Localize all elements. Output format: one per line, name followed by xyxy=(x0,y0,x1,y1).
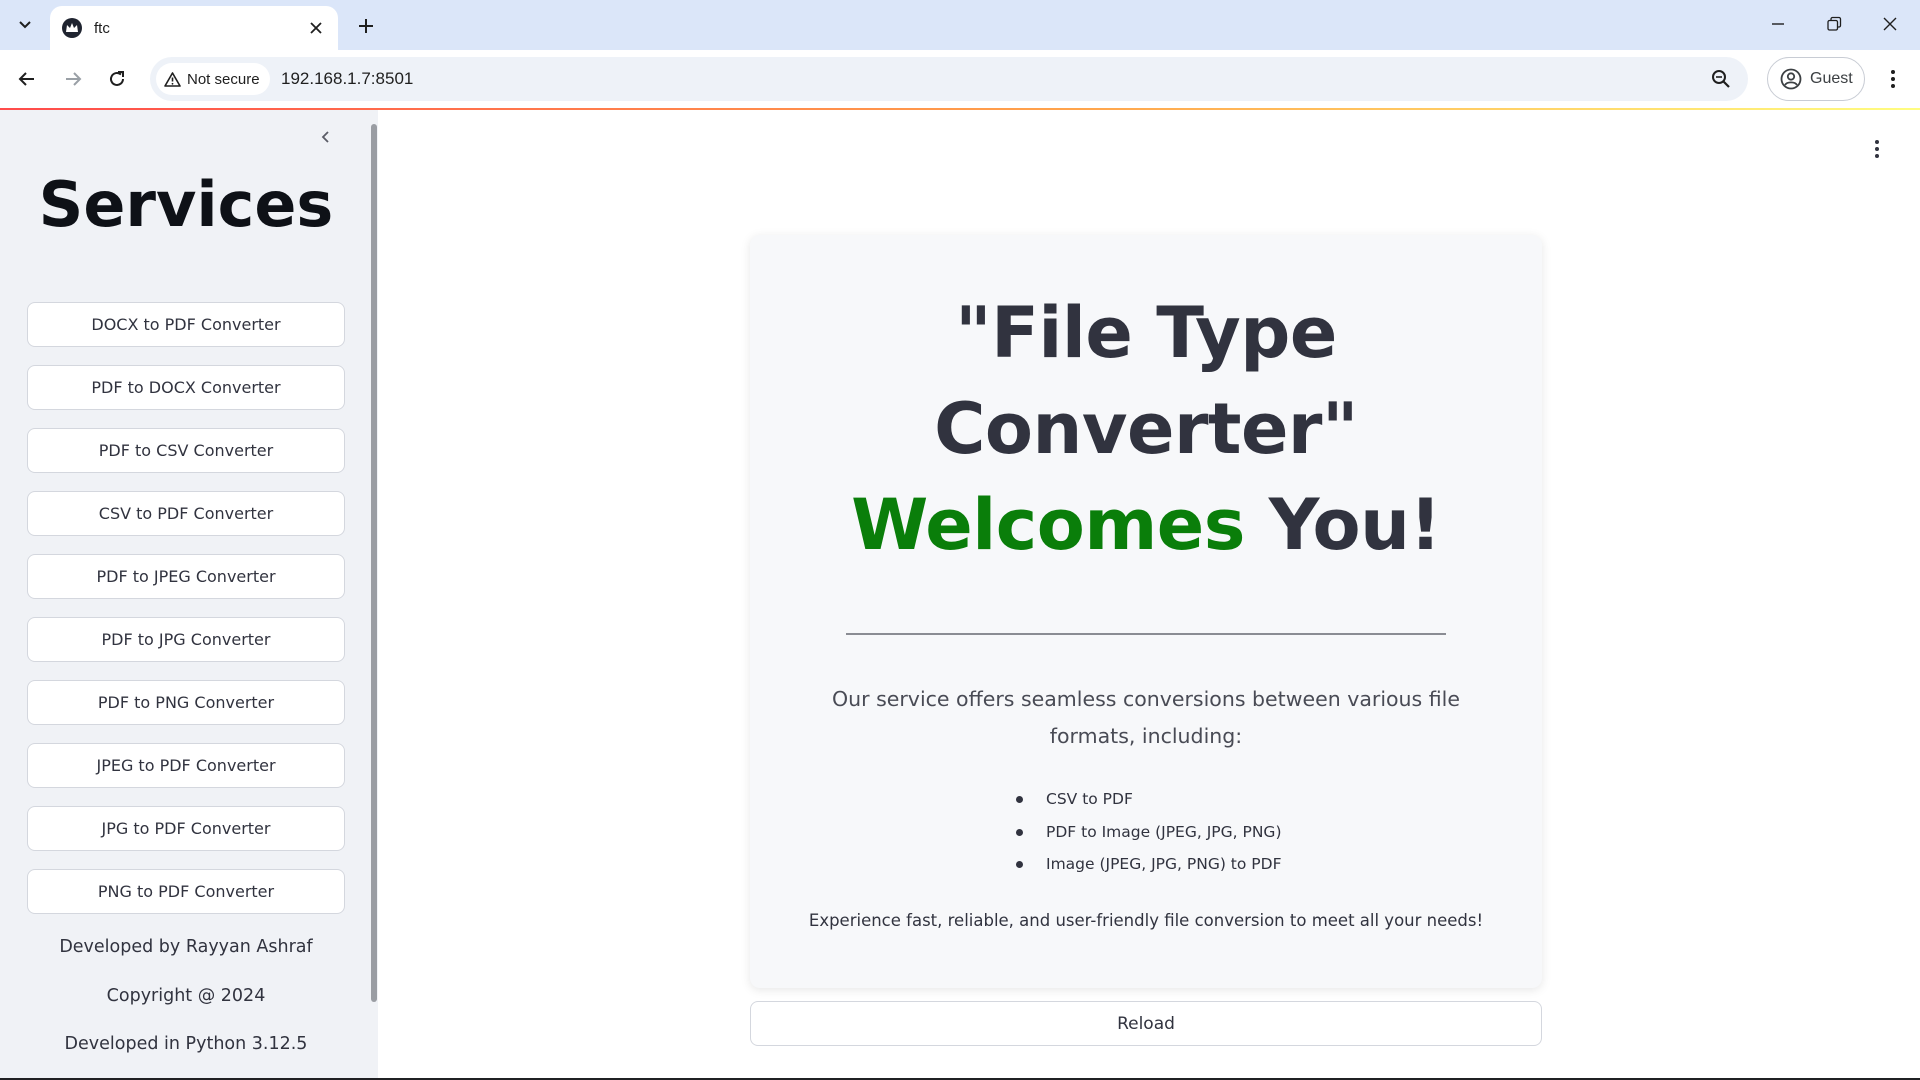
restore-button[interactable] xyxy=(1808,6,1860,42)
warning-triangle-icon xyxy=(164,71,181,87)
kebab-menu-icon xyxy=(1891,70,1895,88)
arrow-left-icon xyxy=(18,72,34,86)
site-info-chip[interactable]: Not secure xyxy=(156,63,270,95)
pdf-to-png-button[interactable]: PDF to PNG Converter xyxy=(27,680,345,725)
headline-line-2: Converter" xyxy=(934,388,1358,470)
zoom-icon[interactable] xyxy=(1708,66,1734,92)
pdf-to-jpg-button[interactable]: PDF to JPG Converter xyxy=(27,617,345,662)
close-window-button[interactable] xyxy=(1864,6,1916,42)
back-button[interactable] xyxy=(10,62,44,96)
closing-text: Experience fast, reliable, and user-frie… xyxy=(808,911,1484,930)
profile-button[interactable]: Guest xyxy=(1767,57,1865,101)
headline-line-3: Welcomes You! xyxy=(750,477,1542,573)
minimize-icon xyxy=(1772,23,1784,25)
intro-paragraph: Our service offers seamless conversions … xyxy=(832,687,1460,748)
feature-list: CSV to PDF PDF to Image (JPEG, JPG, PNG)… xyxy=(1016,783,1282,881)
headline-welcome-word: Welcomes xyxy=(851,484,1245,566)
jpg-to-pdf-button[interactable]: JPG to PDF Converter xyxy=(27,806,345,851)
welcome-headline: "File Type Converter" Welcomes You! xyxy=(750,285,1542,573)
copyright-text: Copyright @ 2024 xyxy=(106,986,266,1006)
browser-toolbar: Not secure 192.168.1.7:8501 Guest xyxy=(0,50,1920,108)
sidebar-scrollbar[interactable] xyxy=(371,124,377,1002)
browser-tab-active[interactable]: ftc xyxy=(50,6,338,50)
pdf-to-docx-button[interactable]: PDF to DOCX Converter xyxy=(27,365,345,410)
headline-you-word: You! xyxy=(1268,484,1442,566)
reload-page-button[interactable] xyxy=(100,62,134,96)
minimize-button[interactable] xyxy=(1752,6,1804,42)
tab-title: ftc xyxy=(94,19,110,37)
security-label: Not secure xyxy=(187,70,260,88)
arrow-right-icon xyxy=(66,72,82,86)
pdf-to-jpeg-button[interactable]: PDF to JPEG Converter xyxy=(27,554,345,599)
list-item: CSV to PDF xyxy=(1016,783,1282,816)
kebab-menu-icon xyxy=(1875,140,1879,158)
crown-icon xyxy=(62,18,82,38)
restore-icon xyxy=(1827,16,1842,31)
chevron-left-icon xyxy=(321,131,329,143)
jpeg-to-pdf-button[interactable]: JPEG to PDF Converter xyxy=(27,743,345,788)
list-item: PDF to Image (JPEG, JPG, PNG) xyxy=(1016,816,1282,849)
collapse-sidebar-button[interactable] xyxy=(310,122,340,152)
docx-to-pdf-button[interactable]: DOCX to PDF Converter xyxy=(27,302,345,347)
close-icon xyxy=(1883,17,1897,31)
tab-close-button[interactable] xyxy=(302,14,330,42)
profile-label: Guest xyxy=(1810,70,1853,87)
divider xyxy=(846,633,1446,635)
tab-search-button[interactable] xyxy=(8,10,42,40)
browser-tab-strip: ftc xyxy=(0,0,1920,50)
app-main-menu-button[interactable] xyxy=(1862,134,1892,164)
plus-icon xyxy=(359,19,373,33)
reload-button[interactable]: Reload xyxy=(750,1001,1542,1046)
browser-menu-button[interactable] xyxy=(1876,62,1910,96)
url-text[interactable]: 192.168.1.7:8501 xyxy=(281,69,413,89)
address-bar[interactable]: Not secure 192.168.1.7:8501 xyxy=(150,57,1748,101)
close-icon xyxy=(310,22,322,34)
new-tab-button[interactable] xyxy=(350,10,382,42)
developer-credit: Developed by Rayyan Ashraf xyxy=(59,937,313,957)
sidebar-title: Services xyxy=(38,168,334,241)
forward-button[interactable] xyxy=(56,62,90,96)
headline-line-1: "File Type xyxy=(955,292,1337,374)
list-item: Image (JPEG, JPG, PNG) to PDF xyxy=(1016,848,1282,881)
csv-to-pdf-button[interactable]: CSV to PDF Converter xyxy=(27,491,345,536)
chevron-down-icon xyxy=(19,21,31,29)
python-version-text: Developed in Python 3.12.5 xyxy=(64,1034,308,1054)
person-circle-icon xyxy=(1780,68,1802,90)
reload-icon xyxy=(110,71,124,86)
welcome-card: "File Type Converter" Welcomes You! Our … xyxy=(750,235,1542,988)
png-to-pdf-button[interactable]: PNG to PDF Converter xyxy=(27,869,345,914)
pdf-to-csv-button[interactable]: PDF to CSV Converter xyxy=(27,428,345,473)
